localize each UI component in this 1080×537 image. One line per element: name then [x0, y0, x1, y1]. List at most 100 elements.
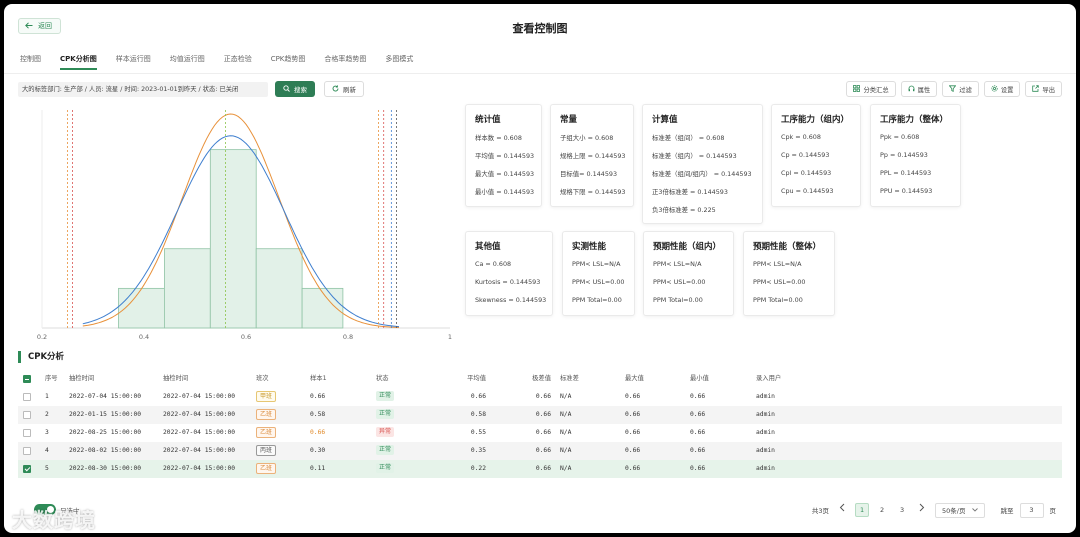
table-row[interactable]: 4 2022-08-02 15:00:00 2022-07-04 15:00:00 丙…	[18, 442, 1062, 460]
row-checkbox[interactable]	[23, 429, 31, 437]
column-header[interactable]: 序号	[45, 370, 65, 388]
column-header[interactable]: 录入用户	[756, 370, 816, 388]
jump-page-input[interactable]: 3	[1019, 502, 1044, 518]
page-button-3[interactable]: 3	[895, 503, 909, 517]
classify-button[interactable]: 分类汇总	[846, 81, 896, 97]
user-cell: admin	[756, 447, 775, 454]
card-row: Skewness = 0.144593	[475, 296, 547, 304]
min-cell: 0.66	[690, 447, 706, 454]
page-size-value: 50条/页	[942, 507, 966, 515]
search-label: 搜索	[294, 86, 307, 94]
tab-2[interactable]: CPK分析图	[60, 54, 97, 70]
card-title: 统计值	[475, 115, 501, 125]
tab-4[interactable]: 均值运行图	[170, 54, 205, 70]
funnel-icon	[948, 84, 957, 94]
attributes-button[interactable]: 属性	[900, 81, 938, 97]
card-row: PPM< LSL=N/A	[653, 260, 702, 268]
card-title: 实测性能	[572, 242, 607, 252]
user-cell: admin	[756, 465, 775, 472]
status-cell: 正常	[376, 442, 426, 460]
card-title: 工序能力（整体）	[880, 115, 949, 125]
column-header[interactable]: 样本1	[310, 370, 360, 388]
tab-1[interactable]: 控制图	[20, 54, 41, 70]
data-table: 序号 抽检时间 抽检时间 班次 样本1 状态 平均值 极差值 标准差 最大值 最小值 录入用户 1 202…	[18, 370, 1062, 478]
page-size-select[interactable]: 50条/页	[935, 502, 985, 518]
select-all-checkbox[interactable]	[23, 375, 31, 383]
card-row: PPM< USL=0.00	[653, 278, 706, 286]
idx-cell: 3	[45, 429, 49, 436]
table-row[interactable]: 3 2022-08-25 15:00:00 2022-07-04 15:00:00 乙…	[18, 424, 1062, 442]
export-button[interactable]: 导出	[1025, 81, 1062, 97]
sample-cell: 0.66	[310, 429, 326, 436]
filter-button[interactable]: 过滤	[942, 81, 979, 97]
std-cell: N/A	[560, 447, 572, 454]
idx-cell: 1	[45, 393, 49, 400]
column-header[interactable]: 抽检时间	[163, 370, 253, 388]
filter-summary[interactable]: 大的标签部门: 生产部 / 人员: 流星 / 时间: 2023-01-01到昨天…	[18, 82, 268, 97]
grid-icon	[853, 84, 861, 94]
column-header[interactable]: 平均值	[438, 370, 486, 388]
histogram-bar-2	[163, 248, 211, 329]
page-unit: 页	[1049, 507, 1057, 515]
app-window: 返回 查看控制图 控制图 CPK分析图 样本运行图 均值运行图 正态检验 CPK趋势图 合格…	[4, 4, 1076, 533]
min-cell: 0.66	[690, 465, 706, 472]
row-checkbox[interactable]	[23, 447, 31, 455]
column-header[interactable]: 抽检时间	[69, 370, 159, 388]
x-tick-label: 0.6	[241, 333, 251, 341]
tab-5[interactable]: 正态检验	[224, 54, 252, 70]
t2-cell: 2022-07-04 15:00:00	[163, 447, 236, 454]
std-cell: N/A	[560, 411, 572, 418]
card-row: PPM Total=0.00	[653, 296, 703, 304]
search-button[interactable]: 搜索	[275, 81, 315, 97]
tab-7[interactable]: 合格率趋势图	[324, 54, 366, 70]
card-title: 常量	[560, 115, 578, 125]
column-header[interactable]: 最大值	[625, 370, 675, 388]
table-row[interactable]: 1 2022-07-04 15:00:00 2022-07-04 15:00:00 甲…	[18, 388, 1062, 406]
column-header[interactable]: 班次	[256, 370, 306, 388]
card-row: 样本数 = 0.608	[475, 134, 522, 142]
column-header[interactable]: 状态	[376, 370, 426, 388]
card-row: 最小值 = 0.144593	[475, 188, 535, 196]
sample-cell: 0.66	[310, 393, 326, 400]
column-header[interactable]: 标准差	[560, 370, 610, 388]
status-badge: 异常	[376, 427, 395, 437]
row-checkbox[interactable]	[23, 411, 31, 419]
idx-cell: 2	[45, 411, 49, 418]
idx-cell: 5	[45, 465, 49, 472]
top-bar: 返回 查看控制图	[4, 4, 1076, 48]
shift-tag: 乙班	[256, 426, 277, 438]
t1-cell: 2022-08-30 15:00:00	[69, 465, 142, 472]
page-button-1[interactable]: 1	[855, 503, 870, 517]
table-row[interactable]: 2 2022-01-15 15:00:00 2022-07-04 15:00:00 乙…	[18, 406, 1062, 424]
tab-8[interactable]: 多图模式	[385, 54, 413, 70]
row-checkbox[interactable]	[23, 393, 31, 401]
row-checkbox[interactable]	[23, 465, 31, 473]
card-row: 规格下限 = 0.144593	[560, 188, 626, 196]
max-cell: 0.66	[625, 393, 641, 400]
pagination: 共3页 1 2 3 50条/页 跳至 3 页	[812, 502, 1056, 518]
card-title: 其他值	[475, 242, 501, 252]
card-title: 工序能力（组内）	[781, 115, 850, 125]
tab-6[interactable]: CPK趋势图	[271, 54, 306, 70]
page-button-2[interactable]: 2	[875, 503, 889, 517]
tab-3[interactable]: 样本运行图	[116, 54, 151, 70]
refresh-button[interactable]: 刷新	[324, 81, 364, 97]
card-row: PPM< USL=0.00	[572, 278, 625, 286]
prev-page-button[interactable]	[835, 503, 849, 517]
min-cell: 0.66	[690, 429, 706, 436]
card-row: Kurtosis = 0.144593	[475, 278, 541, 286]
watermark-logo: 大数跨境	[12, 508, 96, 532]
section-title: CPK分析	[18, 351, 64, 363]
settings-button[interactable]: 设置	[983, 81, 1021, 97]
chevron-right-icon	[919, 503, 925, 512]
shift-cell: 丙班	[256, 442, 306, 460]
shift-tag: 丙班	[256, 444, 277, 456]
column-header[interactable]: 最小值	[690, 370, 740, 388]
avg-cell: 0.55	[470, 429, 486, 436]
shift-tag: 乙班	[256, 408, 277, 420]
status-cell: 异常	[376, 424, 426, 442]
next-page-button[interactable]	[915, 503, 929, 517]
card-row: Cpk = 0.608	[781, 133, 821, 141]
table-row[interactable]: 5 2022-08-30 15:00:00 2022-07-04 15:00:00 乙…	[18, 460, 1062, 478]
column-header[interactable]: 极差值	[503, 370, 551, 388]
